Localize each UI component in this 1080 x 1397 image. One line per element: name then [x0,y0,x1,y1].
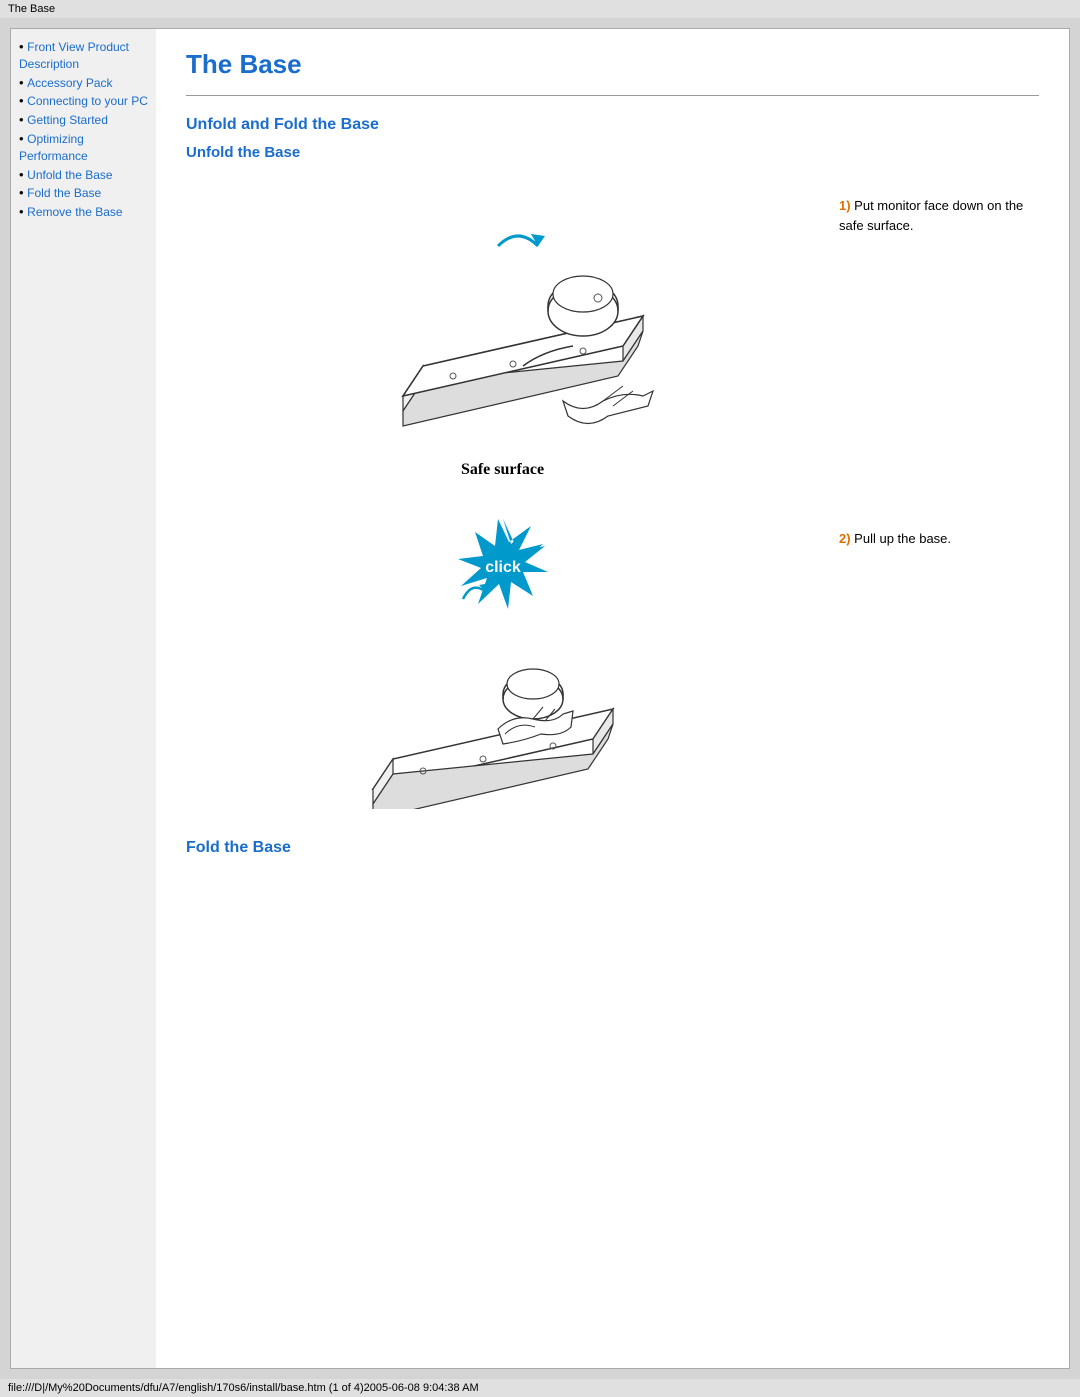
sidebar-item: Optimizing Performance [19,131,148,165]
sidebar-item: Front View Product Description [19,39,148,73]
diagram2-svg: click [313,509,693,809]
sidebar-link-optimizing[interactable]: Optimizing Performance [19,132,88,163]
sidebar: Front View Product Description Accessory… [11,29,156,1368]
subsection-title-fold: Fold the Base [186,839,1039,857]
sidebar-item: Getting Started [19,112,148,129]
title-bar: The Base [0,0,1080,18]
diagram2-area: click [186,509,819,809]
sidebar-item: Connecting to your PC [19,93,148,110]
step2-container: click [186,509,1039,809]
page-container: Front View Product Description Accessory… [10,28,1070,1369]
section-title: Unfold and Fold the Base [186,116,1039,134]
step1-number: 1) [839,198,851,213]
page-title: The Base [186,49,1039,80]
svg-text:click: click [485,559,521,576]
fold-section: Fold the Base [186,839,1039,857]
sidebar-item: Remove the Base [19,204,148,221]
sidebar-item: Accessory Pack [19,75,148,92]
divider [186,95,1039,96]
subsection-title-unfold: Unfold the Base [186,144,1039,161]
sidebar-item: Fold the Base [19,185,148,202]
sidebar-item: Unfold the Base [19,167,148,184]
status-bar: file:///D|/My%20Documents/dfu/A7/english… [0,1379,1080,1397]
sidebar-link-unfold[interactable]: Unfold the Base [27,168,112,182]
diagram1-svg [313,176,693,456]
safe-surface-label: Safe surface [461,461,544,479]
status-bar-text: file:///D|/My%20Documents/dfu/A7/english… [8,1382,479,1394]
browser-content: Front View Product Description Accessory… [0,18,1080,1379]
sidebar-link-fold[interactable]: Fold the Base [27,186,101,200]
sidebar-link-front-view[interactable]: Front View Product Description [19,40,129,71]
sidebar-link-connecting[interactable]: Connecting to your PC [27,94,148,108]
sidebar-link-getting-started[interactable]: Getting Started [27,113,108,127]
sidebar-link-remove[interactable]: Remove the Base [27,205,122,219]
step2-description: Pull up the base. [851,531,951,546]
sidebar-nav: Front View Product Description Accessory… [19,39,148,221]
main-content: The Base Unfold and Fold the Base Unfold… [156,29,1069,1368]
sidebar-link-accessory[interactable]: Accessory Pack [27,76,112,90]
step2-number: 2) [839,531,851,546]
step1-description: Put monitor face down on the safe surfac… [839,198,1023,233]
step1-container: Safe surface 1) Put monitor face down on… [186,176,1039,479]
diagram1-area: Safe surface [186,176,819,479]
title-bar-text: The Base [8,3,55,15]
step2-text: 2) Pull up the base. [839,509,1039,549]
step1-text: 1) Put monitor face down on the safe sur… [839,176,1039,235]
